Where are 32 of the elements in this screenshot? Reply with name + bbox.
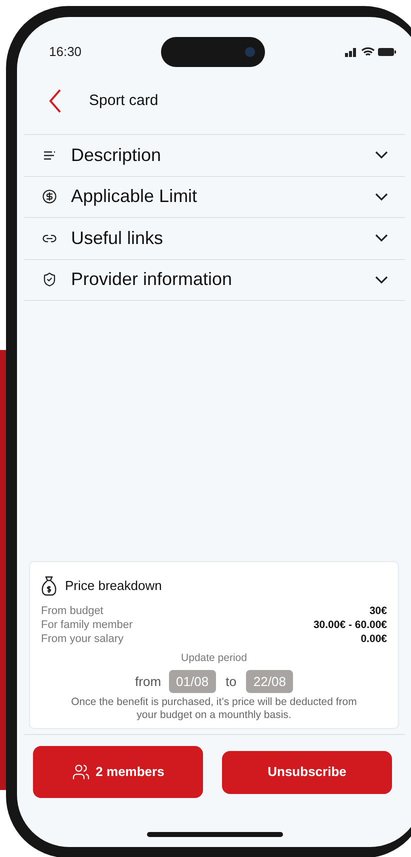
- price-label: From your salary: [41, 632, 124, 646]
- accordion-item[interactable]: Description: [24, 135, 405, 176]
- accordion-item[interactable]: Provider information: [24, 260, 405, 301]
- accordion-item[interactable]: Useful links: [24, 218, 405, 260]
- people-icon: [72, 763, 90, 781]
- period-label: Update period: [181, 650, 247, 666]
- price-note: Once the benefit is purchased, it’s price will be deducted from your budget on a mounthly basis.: [70, 696, 358, 722]
- price-value: 30€: [369, 604, 387, 618]
- unsubscribe-button[interactable]: Unsubscribe: [222, 750, 392, 794]
- to-date: 22/08: [246, 670, 293, 693]
- shield-check-icon: [42, 272, 57, 288]
- to-label: to: [226, 672, 236, 690]
- card-title: Price breakdown: [65, 577, 162, 595]
- price-label: For family member: [41, 618, 133, 632]
- accordion-item[interactable]: Applicable Limit: [24, 176, 405, 218]
- battery-icon: [378, 48, 396, 56]
- back-chevron-icon: [49, 89, 61, 113]
- camera-icon: [245, 47, 256, 57]
- back-button[interactable]: [49, 89, 61, 113]
- dollar-circle-icon: [42, 189, 57, 204]
- status-time: 16:30: [49, 43, 82, 62]
- from-date: 01/08: [169, 670, 216, 693]
- price-value: 0.00€: [360, 632, 387, 646]
- price-label: From budget: [41, 604, 104, 618]
- wifi-icon: [360, 47, 375, 57]
- members-button[interactable]: 2 members: [33, 746, 203, 798]
- price-value: 30.00€ - 60.00€: [313, 618, 387, 632]
- money-bag-icon: [41, 576, 57, 596]
- page-title: Sport card: [89, 90, 158, 111]
- text-lines-icon: [43, 150, 56, 161]
- signal-icon: [344, 48, 358, 56]
- from-label: from: [135, 672, 162, 690]
